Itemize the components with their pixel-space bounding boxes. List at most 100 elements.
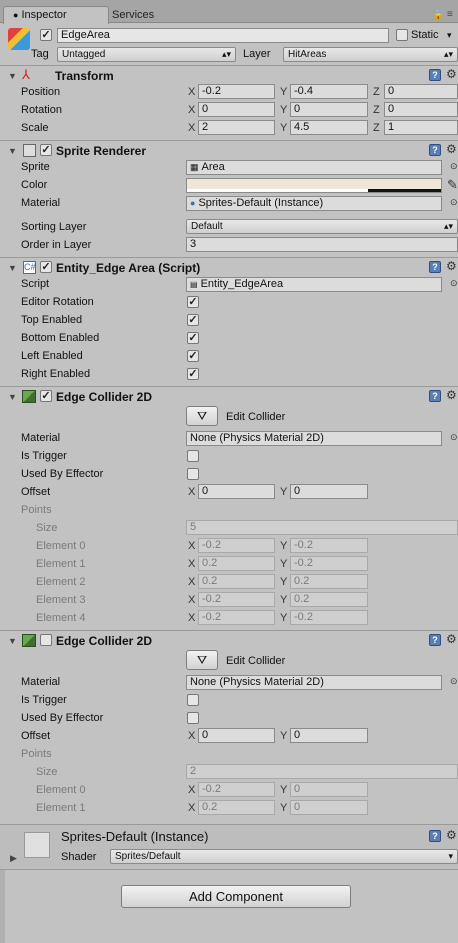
is-trigger-checkbox[interactable] — [187, 450, 199, 462]
static-checkbox[interactable] — [396, 29, 408, 41]
gear-icon[interactable]: ⚙ — [446, 633, 457, 645]
axis-x-label[interactable]: X — [188, 730, 195, 742]
position-y-field[interactable]: -0.4 — [290, 84, 368, 99]
foldout-arrow-icon[interactable]: ▼ — [8, 146, 17, 156]
shader-label: Shader — [61, 851, 97, 863]
layer-dropdown[interactable]: HitAreas ▴▾ — [283, 47, 458, 62]
edit-collider-button[interactable]: ⛛ — [186, 406, 218, 426]
eyedropper-icon[interactable]: ✎ — [447, 177, 458, 193]
edge-collider-enabled-checkbox[interactable]: ✓ — [40, 390, 52, 402]
gameobject-icon — [8, 28, 30, 50]
gear-icon[interactable]: ⚙ — [446, 143, 457, 155]
object-picker-icon[interactable]: ⊙ — [450, 676, 458, 687]
is-trigger-label: Is Trigger — [21, 694, 67, 706]
sorting-layer-dropdown[interactable]: Default ▴▾ — [186, 219, 458, 234]
element-4-x-field: -0.2 — [198, 610, 275, 625]
points-label: Points — [21, 504, 52, 516]
axis-x-label[interactable]: X — [188, 122, 195, 134]
help-icon[interactable]: ? — [429, 390, 441, 402]
element-4-y-field: -0.2 — [290, 610, 368, 625]
help-icon[interactable]: ? — [429, 634, 441, 646]
script-enabled-checkbox[interactable]: ✓ — [40, 261, 52, 273]
foldout-arrow-icon[interactable]: ▼ — [8, 263, 17, 273]
offset-x-field[interactable]: 0 — [198, 484, 275, 499]
axis-y-label[interactable]: Y — [280, 104, 287, 116]
gear-icon[interactable]: ⚙ — [446, 829, 457, 841]
chevron-down-icon: ▴▾ — [221, 49, 231, 59]
tab-menu-icon[interactable]: ≡ — [447, 9, 453, 20]
foldout-arrow-icon[interactable]: ▼ — [8, 71, 17, 81]
top-enabled-checkbox[interactable]: ✓ — [187, 314, 199, 326]
foldout-arrow-icon[interactable]: ▶ — [10, 853, 17, 864]
right-enabled-checkbox[interactable]: ✓ — [187, 368, 199, 380]
help-icon[interactable]: ? — [429, 69, 441, 81]
sprite-renderer-title: Sprite Renderer — [56, 144, 147, 158]
sprite-object-field[interactable]: ▦ Area — [186, 160, 442, 175]
used-by-effector-checkbox[interactable] — [187, 712, 199, 724]
object-picker-icon[interactable]: ⊙ — [450, 278, 458, 289]
static-dropdown-arrow[interactable]: ▾ — [447, 30, 452, 41]
foldout-arrow-icon[interactable]: ▼ — [8, 392, 17, 402]
physics-material-field[interactable]: None (Physics Material 2D) — [186, 431, 442, 446]
material-object-field[interactable]: ● Sprites-Default (Instance) — [186, 196, 442, 211]
lock-icon[interactable]: 🔒 — [432, 10, 444, 21]
shader-dropdown[interactable]: Sprites/Default ▾ — [110, 849, 458, 864]
offset-label: Offset — [21, 486, 51, 498]
axis-y-label[interactable]: Y — [280, 486, 287, 498]
tab-inspector[interactable]: ● Inspector — [3, 6, 109, 24]
element-2-y-field: 0.2 — [290, 574, 368, 589]
gear-icon[interactable]: ⚙ — [446, 389, 457, 401]
edit-collider-button[interactable]: ⛛ — [186, 650, 218, 670]
scale-z-field[interactable]: 1 — [384, 120, 458, 135]
axis-x-label[interactable]: X — [188, 104, 195, 116]
edge-collider-enabled-checkbox[interactable] — [40, 634, 52, 646]
object-name-input[interactable]: EdgeArea — [57, 28, 389, 43]
scale-label: Scale — [21, 122, 49, 134]
axis-x-label[interactable]: X — [188, 486, 195, 498]
foldout-arrow-icon[interactable]: ▼ — [8, 636, 17, 646]
offset-x-field[interactable]: 0 — [198, 728, 275, 743]
axis-y-label[interactable]: Y — [280, 730, 287, 742]
element-0-label: Element 0 — [36, 540, 86, 552]
used-by-effector-checkbox[interactable] — [187, 468, 199, 480]
active-checkbox[interactable]: ✓ — [40, 29, 52, 41]
editor-rotation-checkbox[interactable]: ✓ — [187, 296, 199, 308]
scale-y-field[interactable]: 4.5 — [290, 120, 368, 135]
help-icon[interactable]: ? — [429, 830, 441, 842]
help-icon[interactable]: ? — [429, 144, 441, 156]
sprite-renderer-enabled-checkbox[interactable]: ✓ — [40, 144, 52, 156]
position-z-field[interactable]: 0 — [384, 84, 458, 99]
object-picker-icon[interactable]: ⊙ — [450, 197, 458, 208]
gear-icon[interactable]: ⚙ — [446, 260, 457, 272]
axis-z-label[interactable]: Z — [373, 104, 380, 116]
axis-x-label: X — [188, 802, 196, 814]
rotation-x-field[interactable]: 0 — [198, 102, 275, 117]
position-x-field[interactable]: -0.2 — [198, 84, 275, 99]
axis-y-label[interactable]: Y — [280, 122, 287, 134]
offset-y-field[interactable]: 0 — [290, 484, 368, 499]
rotation-z-field[interactable]: 0 — [384, 102, 458, 117]
tag-dropdown[interactable]: Untagged ▴▾ — [57, 47, 236, 62]
tab-services[interactable]: Services — [112, 9, 154, 21]
rotation-y-field[interactable]: 0 — [290, 102, 368, 117]
physics-material-field[interactable]: None (Physics Material 2D) — [186, 675, 442, 690]
script-object-field[interactable]: ▤ Entity_EdgeArea — [186, 277, 442, 292]
axis-z-label[interactable]: Z — [373, 122, 380, 134]
left-enabled-checkbox[interactable]: ✓ — [187, 350, 199, 362]
axis-x-label[interactable]: X — [188, 86, 195, 98]
script-label: Script — [21, 278, 50, 290]
bottom-enabled-checkbox[interactable]: ✓ — [187, 332, 199, 344]
gear-icon[interactable]: ⚙ — [446, 68, 457, 80]
order-in-layer-field[interactable]: 3 — [186, 237, 458, 252]
axis-y-label[interactable]: Y — [280, 86, 287, 98]
is-trigger-checkbox[interactable] — [187, 694, 199, 706]
scale-x-field[interactable]: 2 — [198, 120, 275, 135]
top-enabled-label: Top Enabled — [21, 314, 83, 326]
help-icon[interactable]: ? — [429, 261, 441, 273]
offset-y-field[interactable]: 0 — [290, 728, 368, 743]
object-picker-icon[interactable]: ⊙ — [450, 161, 458, 172]
add-component-button[interactable]: Add Component — [121, 885, 351, 908]
axis-z-label[interactable]: Z — [373, 86, 380, 98]
scrollbar-track[interactable] — [0, 870, 5, 943]
object-picker-icon[interactable]: ⊙ — [450, 432, 458, 443]
